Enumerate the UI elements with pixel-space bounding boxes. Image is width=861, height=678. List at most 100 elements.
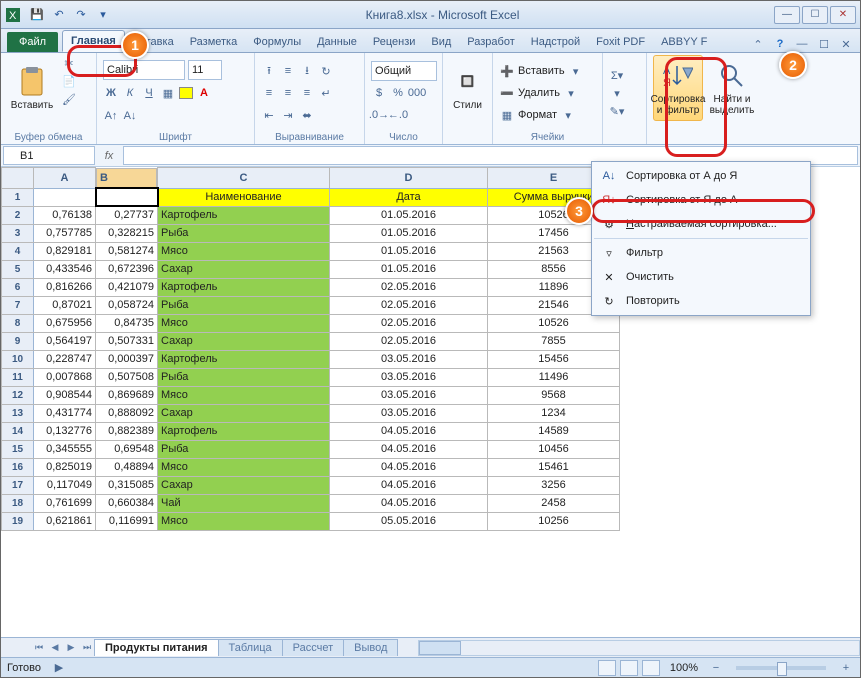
- row-17[interactable]: 17: [2, 476, 34, 494]
- row-1[interactable]: 1: [2, 188, 34, 206]
- row-18[interactable]: 18: [2, 494, 34, 512]
- menu-sort-za[interactable]: Я↓Сортировка от Я до А: [594, 188, 808, 212]
- cell-D7[interactable]: 02.05.2016: [330, 296, 488, 314]
- cell-D13[interactable]: 03.05.2016: [330, 404, 488, 422]
- cell-B1[interactable]: [96, 188, 158, 206]
- cell-D4[interactable]: 01.05.2016: [330, 242, 488, 260]
- horizontal-scrollbar[interactable]: [418, 640, 860, 656]
- align-right-icon[interactable]: ≡: [299, 85, 315, 101]
- zoom-slider[interactable]: [736, 666, 826, 670]
- cell-C17[interactable]: Сахар: [158, 476, 330, 494]
- tab-layout[interactable]: Разметка: [182, 32, 246, 52]
- cell-A2[interactable]: 0,76138: [34, 206, 96, 224]
- cell-C4[interactable]: Мясо: [158, 242, 330, 260]
- merge-icon[interactable]: ⬌: [299, 107, 315, 123]
- undo-icon[interactable]: ↶: [51, 7, 67, 23]
- tab-view[interactable]: Вид: [423, 32, 459, 52]
- cell-B15[interactable]: 0,69548: [96, 440, 158, 458]
- cell-B9[interactable]: 0,507331: [96, 332, 158, 350]
- cell-A15[interactable]: 0,345555: [34, 440, 96, 458]
- inc-dec-icon[interactable]: .0→: [371, 107, 387, 123]
- col-C[interactable]: C: [158, 168, 330, 189]
- tab-foxit[interactable]: Foxit PDF: [588, 32, 653, 52]
- wrap-text-icon[interactable]: ↵: [318, 85, 334, 101]
- cell-C7[interactable]: Рыба: [158, 296, 330, 314]
- cell-E18[interactable]: 2458: [488, 494, 620, 512]
- macro-rec-icon[interactable]: ▶: [51, 660, 67, 676]
- cell-A16[interactable]: 0,825019: [34, 458, 96, 476]
- cell-A1[interactable]: [34, 188, 96, 206]
- cell-A14[interactable]: 0,132776: [34, 422, 96, 440]
- row-4[interactable]: 4: [2, 242, 34, 260]
- row-7[interactable]: 7: [2, 296, 34, 314]
- tab-dev[interactable]: Разработ: [459, 32, 522, 52]
- row-9[interactable]: 9: [2, 332, 34, 350]
- cell-C11[interactable]: Рыба: [158, 368, 330, 386]
- cell-C13[interactable]: Сахар: [158, 404, 330, 422]
- tab-formulas[interactable]: Формулы: [245, 32, 309, 52]
- cell-A10[interactable]: 0,228747: [34, 350, 96, 368]
- font-color-icon[interactable]: А: [196, 85, 212, 101]
- cell-C10[interactable]: Картофель: [158, 350, 330, 368]
- cell-C2[interactable]: Картофель: [158, 206, 330, 224]
- col-A[interactable]: A: [34, 168, 96, 189]
- sort-filter-button[interactable]: АЯ Сортировка и фильтр: [653, 55, 703, 121]
- row-11[interactable]: 11: [2, 368, 34, 386]
- dec-dec-icon[interactable]: ←.0: [390, 107, 406, 123]
- row-14[interactable]: 14: [2, 422, 34, 440]
- cell-C6[interactable]: Картофель: [158, 278, 330, 296]
- border-icon[interactable]: ▦: [160, 85, 176, 101]
- number-format-select[interactable]: Общий: [371, 61, 437, 81]
- row-8[interactable]: 8: [2, 314, 34, 332]
- cell-C9[interactable]: Сахар: [158, 332, 330, 350]
- minimize-ribbon-icon[interactable]: ⌃: [750, 36, 766, 52]
- maximize-button[interactable]: ☐: [802, 6, 828, 24]
- sheet-nav-last[interactable]: ⏭: [79, 640, 95, 656]
- cell-B4[interactable]: 0,581274: [96, 242, 158, 260]
- cell-D9[interactable]: 02.05.2016: [330, 332, 488, 350]
- cell-C8[interactable]: Мясо: [158, 314, 330, 332]
- tab-abbyy[interactable]: ABBYY F: [653, 32, 715, 52]
- name-box[interactable]: B1: [3, 146, 95, 165]
- wb-close-icon[interactable]: ✕: [838, 36, 854, 52]
- comma-icon[interactable]: 000: [409, 85, 425, 101]
- cell-A17[interactable]: 0,117049: [34, 476, 96, 494]
- row-5[interactable]: 5: [2, 260, 34, 278]
- cell-C19[interactable]: Мясо: [158, 512, 330, 530]
- cells-format[interactable]: ▦Формат▾: [499, 105, 576, 125]
- align-top-icon[interactable]: ⭱: [261, 63, 277, 79]
- cell-B16[interactable]: 0,48894: [96, 458, 158, 476]
- cell-D8[interactable]: 02.05.2016: [330, 314, 488, 332]
- fill-color-icon[interactable]: [179, 87, 193, 99]
- cell-C12[interactable]: Мясо: [158, 386, 330, 404]
- sheet-nav-first[interactable]: ⏮: [31, 640, 47, 656]
- cell-E17[interactable]: 3256: [488, 476, 620, 494]
- cell-A6[interactable]: 0,816266: [34, 278, 96, 296]
- cell-A7[interactable]: 0,87021: [34, 296, 96, 314]
- cell-B13[interactable]: 0,888092: [96, 404, 158, 422]
- close-button[interactable]: ✕: [830, 6, 856, 24]
- sheet-tab-2[interactable]: Таблица: [218, 639, 283, 656]
- cell-C14[interactable]: Картофель: [158, 422, 330, 440]
- select-all-corner[interactable]: [2, 168, 34, 189]
- cell-A19[interactable]: 0,621861: [34, 512, 96, 530]
- cell-D6[interactable]: 02.05.2016: [330, 278, 488, 296]
- underline-icon[interactable]: Ч: [141, 85, 157, 101]
- cell-B3[interactable]: 0,328215: [96, 224, 158, 242]
- wb-min-icon[interactable]: —: [794, 36, 810, 52]
- cell-E13[interactable]: 1234: [488, 404, 620, 422]
- tab-file[interactable]: Файл: [7, 32, 58, 52]
- cell-E12[interactable]: 9568: [488, 386, 620, 404]
- cell-E15[interactable]: 10456: [488, 440, 620, 458]
- find-select-button[interactable]: Найти и выделить: [707, 55, 757, 121]
- zoom-value[interactable]: 100%: [670, 662, 698, 674]
- cell-B2[interactable]: 0,27737: [96, 206, 158, 224]
- cell-B8[interactable]: 0,84735: [96, 314, 158, 332]
- orientation-icon[interactable]: ↻: [318, 63, 334, 79]
- row-19[interactable]: 19: [2, 512, 34, 530]
- cell-C1[interactable]: Наименование: [158, 188, 330, 206]
- view-break[interactable]: [642, 660, 660, 676]
- align-left-icon[interactable]: ≡: [261, 85, 277, 101]
- cell-B19[interactable]: 0,116991: [96, 512, 158, 530]
- row-6[interactable]: 6: [2, 278, 34, 296]
